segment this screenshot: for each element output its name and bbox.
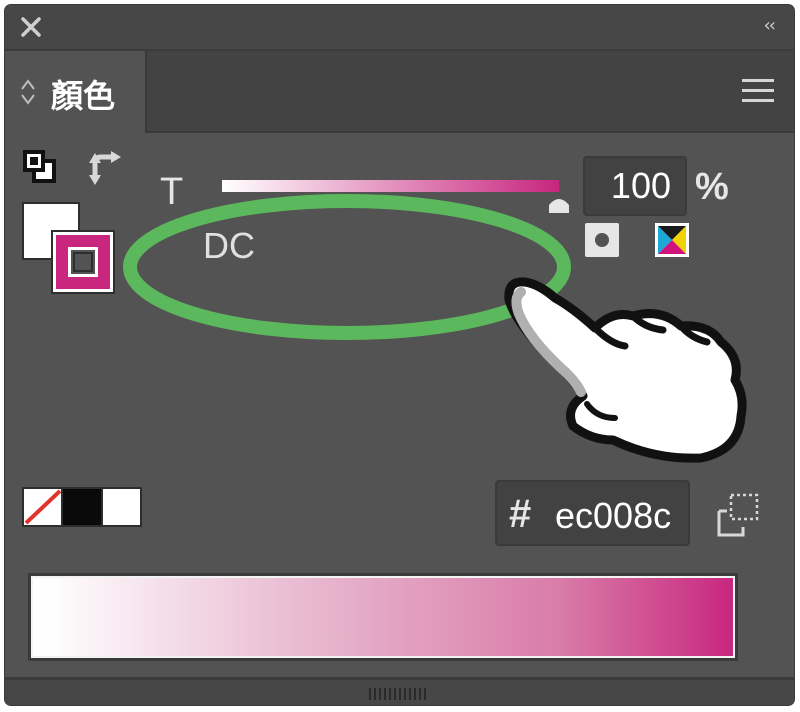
pointing-hand-icon xyxy=(504,277,747,463)
quick-swatches xyxy=(22,487,142,527)
tint-label: T xyxy=(160,171,184,213)
close-icon[interactable] xyxy=(17,13,45,41)
tint-value-field[interactable]: 100 xyxy=(583,156,687,216)
tab-row: 顏色 xyxy=(5,51,794,133)
swap-icon[interactable] xyxy=(83,147,123,189)
collapse-icon[interactable]: ‹‹ xyxy=(764,15,776,36)
menu-icon[interactable] xyxy=(742,79,774,103)
tab-arrows-icon[interactable] xyxy=(19,77,37,107)
stroke-swatch-inner xyxy=(68,247,98,277)
hex-value: ec008c xyxy=(555,495,672,536)
swatch-black[interactable] xyxy=(63,489,101,525)
swatch-white[interactable] xyxy=(102,489,140,525)
tint-slider[interactable] xyxy=(222,180,559,192)
resize-grip[interactable] xyxy=(369,688,429,700)
panel-titlebar: ‹‹ xyxy=(5,5,794,51)
percent-label: % xyxy=(695,166,729,208)
tab-color[interactable]: 顏色 xyxy=(5,51,147,133)
tab-label: 顏色 xyxy=(51,77,116,115)
add-swatch-icon[interactable] xyxy=(715,491,763,539)
color-ramp[interactable] xyxy=(28,573,738,661)
cmyk-icon[interactable] xyxy=(655,223,689,257)
none-slash-icon xyxy=(24,489,62,525)
hex-input[interactable]: # ec008c xyxy=(495,480,690,546)
fill-stroke-icon[interactable] xyxy=(22,149,58,185)
tint-slider-thumb[interactable] xyxy=(545,191,573,215)
stroke-swatch[interactable] xyxy=(51,230,115,294)
hex-hash: # xyxy=(509,492,532,536)
swatch-none[interactable] xyxy=(24,489,62,525)
panel-footer xyxy=(5,677,794,705)
spot-color-icon[interactable] xyxy=(585,223,619,257)
dc-label: DC xyxy=(203,225,255,266)
